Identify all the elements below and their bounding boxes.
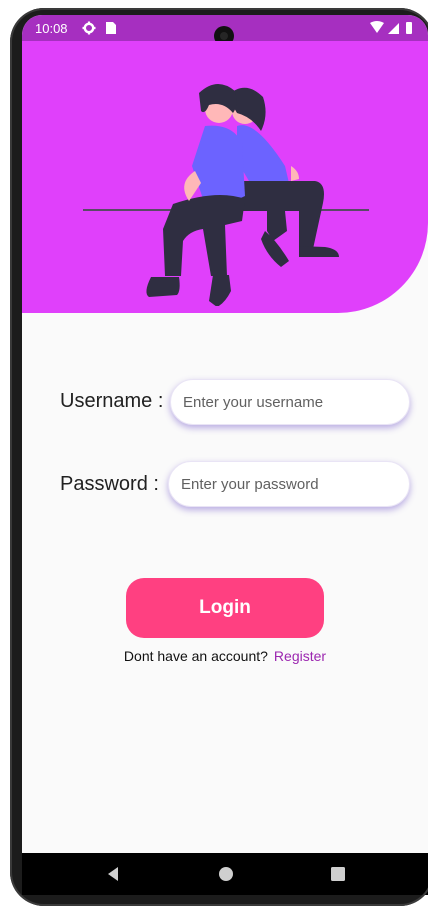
register-prompt: Dont have an account?: [123, 648, 268, 664]
wifi-icon: [370, 21, 384, 33]
battery-icon: [406, 22, 412, 34]
signal-icon: [388, 23, 399, 34]
app-screen: 10:08 Username: Enter your username Pas…: [22, 15, 428, 895]
register-row: Dont have an account? Register: [22, 648, 428, 664]
status-icons-right: [368, 20, 416, 39]
sd-card-icon: [106, 22, 116, 34]
login-button[interactable]: Login: [126, 578, 324, 638]
back-icon[interactable]: [104, 865, 122, 883]
settings-icon: [82, 21, 116, 35]
couple-illustration: [83, 83, 369, 306]
password-input[interactable]: [168, 461, 410, 507]
username-label: Username :: [60, 390, 164, 412]
password-row: Password :: [22, 461, 428, 509]
hero-banner: [22, 41, 428, 313]
navigation-bar: [22, 853, 428, 895]
username-row: Username :: [22, 378, 428, 426]
recents-icon[interactable]: [329, 865, 347, 883]
status-icons-left: [82, 20, 122, 39]
status-time: 10:08: [35, 21, 68, 36]
register-link[interactable]: Register: [274, 648, 326, 664]
username-input[interactable]: [170, 379, 410, 425]
password-label: Password :: [60, 473, 159, 495]
home-icon[interactable]: [217, 865, 235, 883]
